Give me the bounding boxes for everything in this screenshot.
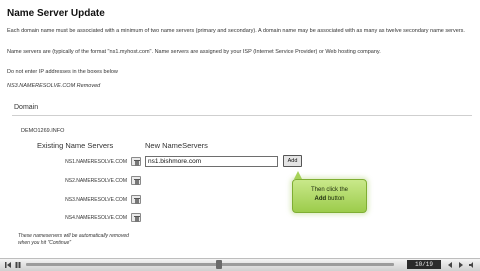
callout-line-1: Then click the <box>310 187 349 193</box>
existing-nameservers-header: Existing Name Servers <box>37 141 114 150</box>
existing-ns-3: NS3.NAMERESOLVE.COM <box>65 197 127 203</box>
callout-text: Then click the Add button <box>293 186 366 204</box>
format-paragraph: Name servers are (typically of the forma… <box>7 49 381 55</box>
trash-icon <box>134 216 140 222</box>
callout-pointer <box>294 171 302 179</box>
slide-counter: 10/19 <box>407 260 441 269</box>
auto-remove-note: These nameservers will be automatically … <box>18 233 129 246</box>
page-title: Name Server Update <box>7 8 105 19</box>
tutorial-slide: Name Server Update Each domain name must… <box>0 0 480 271</box>
existing-ns-2: NS2.NAMERESOLVE.COM <box>65 178 127 184</box>
existing-ns-1: NS1.NAMERESOLVE.COM <box>65 159 127 165</box>
trash-icon <box>134 179 140 185</box>
new-nameservers-header: New NameServers <box>145 141 208 150</box>
volume-icon[interactable] <box>468 261 476 269</box>
removed-notice: NS3.NAMERESOLVE.COM Removed <box>7 83 101 89</box>
trash-icon <box>134 160 140 166</box>
rewind-icon[interactable] <box>4 261 12 269</box>
callout-line-2: button <box>326 196 345 202</box>
domain-name: DEMO1269.INFO <box>21 128 65 134</box>
remove-ns-3-button[interactable] <box>131 195 141 204</box>
section-divider <box>12 115 472 116</box>
progress-handle[interactable] <box>216 260 222 269</box>
domain-section-label: Domain <box>14 104 39 111</box>
pause-icon[interactable] <box>14 261 22 269</box>
existing-ns-4: NS4.NAMERESOLVE.COM <box>65 215 127 221</box>
progress-track[interactable] <box>26 263 394 266</box>
remove-ns-2-button[interactable] <box>131 176 141 185</box>
ip-warning: Do not enter IP addresses in the boxes b… <box>7 69 118 75</box>
intro-paragraph: Each domain name must be associated with… <box>7 28 465 34</box>
remove-ns-4-button[interactable] <box>131 213 141 222</box>
remove-ns-1-button[interactable] <box>131 157 141 166</box>
add-nameserver-button[interactable]: Add <box>283 155 302 167</box>
next-slide-icon[interactable] <box>457 261 465 269</box>
video-player-bar: 10/19 <box>0 258 480 271</box>
instruction-callout: Then click the Add button <box>292 179 367 213</box>
trash-icon <box>134 198 140 204</box>
callout-bold: Add <box>314 196 327 202</box>
prev-slide-icon[interactable] <box>446 261 454 269</box>
new-nameserver-input[interactable]: ns1.bishmore.com <box>145 156 278 167</box>
